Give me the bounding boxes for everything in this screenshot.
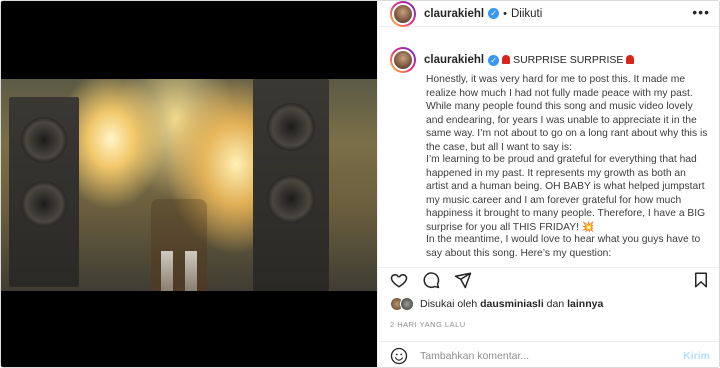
share-button[interactable]: [454, 271, 472, 289]
likes-summary: Disukai oleh dausminiasli dan lainnya: [390, 297, 603, 311]
collision-emoji-icon: 💥: [581, 221, 595, 233]
comment-bar: Kirim: [378, 341, 719, 367]
left-speaker: [9, 97, 79, 287]
heart-icon: [390, 273, 408, 288]
comment-button[interactable]: [422, 271, 440, 289]
right-speaker: [253, 79, 329, 291]
post-comment-button[interactable]: Kirim: [683, 350, 710, 362]
comment-input[interactable]: [420, 349, 670, 362]
caption-paragraph-2: I’m learning to be proud and grateful fo…: [426, 153, 710, 235]
caption-header: claurakiehl ✓ SURPRISE SURPRISE: [390, 47, 719, 73]
performer-figure: [151, 199, 207, 291]
send-icon: [454, 272, 472, 288]
verified-icon: ✓: [488, 8, 500, 19]
post-side-panel: claurakiehl ✓ • Diikuti ••• claurakiehl …: [377, 1, 719, 367]
siren-emoji-icon: [502, 54, 511, 64]
header-username[interactable]: claurakiehl: [424, 8, 484, 20]
follow-status-button[interactable]: Diikuti: [511, 8, 542, 20]
post-media[interactable]: [1, 1, 377, 367]
like-button[interactable]: [390, 271, 408, 289]
action-bar: [378, 267, 719, 291]
post-timestamp[interactable]: 2 HARI YANG LALU: [390, 320, 466, 329]
separator-dot: •: [503, 7, 507, 20]
caption-paragraph-3: In the meantime, I would love to hear wh…: [426, 234, 701, 259]
comment-icon: [423, 271, 440, 288]
bookmark-icon: [695, 272, 707, 288]
liker-username[interactable]: dausminiasli: [480, 298, 544, 310]
likes-others-link[interactable]: lainnya: [567, 298, 603, 310]
post-caption: claurakiehl ✓ SURPRISE SURPRISE Honestly…: [378, 47, 719, 259]
save-button[interactable]: [692, 271, 710, 289]
liker-avatar[interactable]: [400, 297, 414, 311]
post-header: claurakiehl ✓ • Diikuti •••: [378, 1, 719, 27]
video-frame[interactable]: [1, 79, 377, 291]
caption-paragraph-1: Honestly, it was very hard for me to pos…: [426, 74, 708, 153]
caption-title: SURPRISE SURPRISE: [513, 54, 624, 66]
caption-username[interactable]: claurakiehl: [424, 54, 484, 66]
emoji-button[interactable]: [390, 347, 408, 365]
siren-emoji-icon: [626, 54, 635, 64]
avatar[interactable]: [390, 1, 416, 27]
smiley-icon: [390, 347, 408, 364]
caption-avatar[interactable]: [390, 47, 416, 73]
post-modal: claurakiehl ✓ • Diikuti ••• claurakiehl …: [0, 0, 720, 368]
verified-icon: ✓: [488, 54, 500, 66]
more-options-icon[interactable]: •••: [692, 4, 710, 20]
likes-joiner: dan: [546, 298, 565, 310]
caption-paragraph-2-text: I’m learning to be proud and grateful fo…: [426, 154, 706, 233]
likes-prefix: Disukai oleh: [420, 298, 478, 310]
